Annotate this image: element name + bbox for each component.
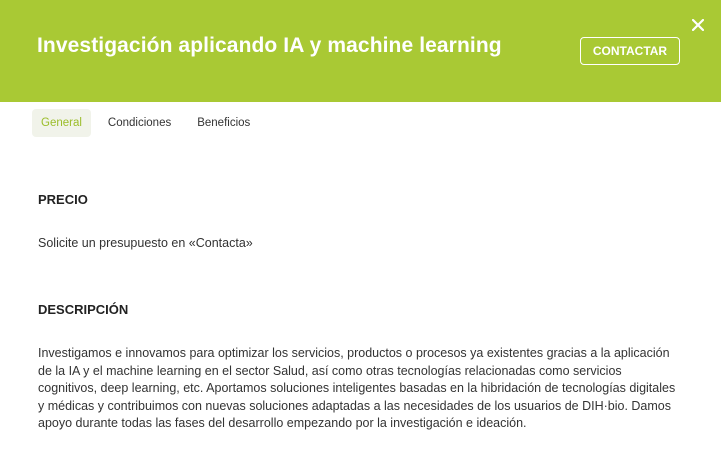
close-button[interactable]: [688, 15, 708, 35]
tab-general[interactable]: General: [32, 109, 91, 137]
descripcion-text: Investigamos e innovamos para optimizar …: [38, 346, 676, 430]
descripcion-heading: DESCRIPCIÓN: [38, 302, 129, 317]
modal-header: Investigación aplicando IA y machine lea…: [0, 0, 721, 102]
tab-condiciones[interactable]: Condiciones: [99, 109, 180, 137]
precio-text: Solicite un presupuesto en «Contacta»: [38, 236, 253, 250]
tab-beneficios[interactable]: Beneficios: [188, 109, 259, 137]
close-icon: [692, 19, 704, 31]
page-title: Investigación aplicando IA y machine lea…: [37, 34, 502, 57]
contact-button[interactable]: CONTACTAR: [580, 37, 680, 65]
tab-bar: General Condiciones Beneficios: [32, 109, 267, 137]
precio-heading: PRECIO: [38, 192, 88, 207]
